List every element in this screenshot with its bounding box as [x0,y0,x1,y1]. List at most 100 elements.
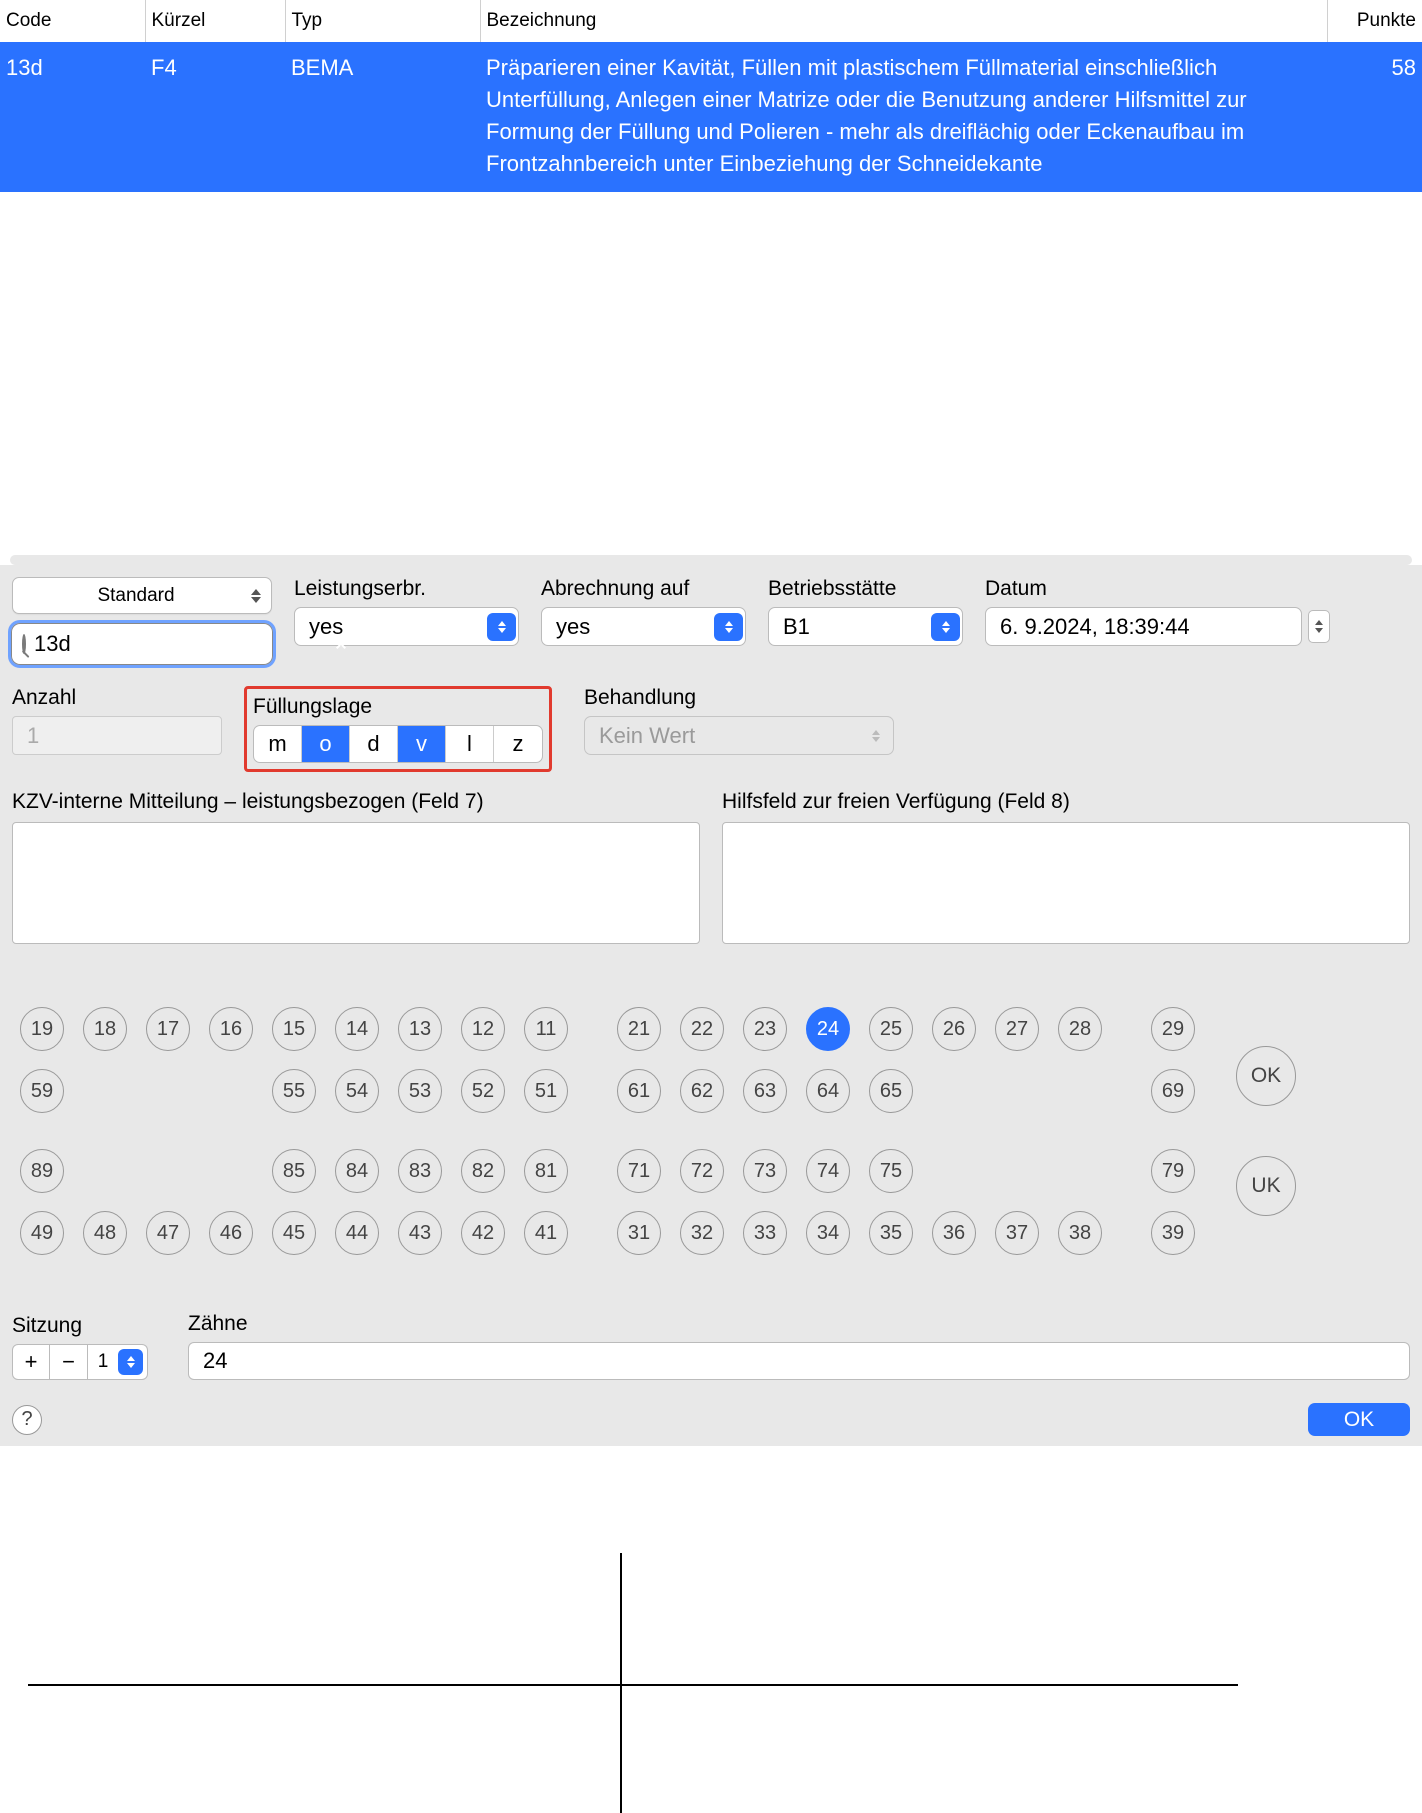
tooth-12[interactable]: 12 [461,1007,505,1051]
datum-stepper[interactable] [1308,610,1330,643]
tooth-25[interactable]: 25 [869,1007,913,1051]
chevron-updown-icon [487,613,516,641]
divider-vertical [620,1553,622,1813]
tooth-72[interactable]: 72 [680,1149,724,1193]
datum-field[interactable]: 6. 9.2024, 18:39:44 [985,607,1302,646]
behandlung-label: Behandlung [584,686,894,710]
tooth-53[interactable]: 53 [398,1069,442,1113]
col-header-bezeichnung[interactable]: Bezeichnung [480,0,1327,42]
tooth-71[interactable]: 71 [617,1149,661,1193]
tooth-26[interactable]: 26 [932,1007,976,1051]
tooth-44[interactable]: 44 [335,1211,379,1255]
tooth-38[interactable]: 38 [1058,1211,1102,1255]
tooth-43[interactable]: 43 [398,1211,442,1255]
tooth-75[interactable]: 75 [869,1149,913,1193]
zaehne-input[interactable] [188,1342,1410,1380]
behandlung-value: Kein Wert [599,723,695,749]
kzv-textarea[interactable] [12,822,700,944]
tooth-11[interactable]: 11 [524,1007,568,1051]
fuellungslage-l[interactable]: l [446,726,494,762]
tooth-15[interactable]: 15 [272,1007,316,1051]
tooth-82[interactable]: 82 [461,1149,505,1193]
tooth-35[interactable]: 35 [869,1211,913,1255]
col-header-kurzel[interactable]: Kürzel [145,0,285,42]
tooth-85[interactable]: 85 [272,1149,316,1193]
tooth-19[interactable]: 19 [20,1007,64,1051]
tooth-33[interactable]: 33 [743,1211,787,1255]
fuellungslage-d[interactable]: d [350,726,398,762]
behandlung-select: Kein Wert [584,716,894,755]
tooth-28[interactable]: 28 [1058,1007,1102,1051]
tooth-24[interactable]: 24 [806,1007,850,1051]
col-header-typ[interactable]: Typ [285,0,480,42]
tooth-29[interactable]: 29 [1151,1007,1195,1051]
tooth-83[interactable]: 83 [398,1149,442,1193]
fuellungslage-v[interactable]: v [398,726,446,762]
tooth-59[interactable]: 59 [20,1069,64,1113]
tooth-36[interactable]: 36 [932,1211,976,1255]
sitzung-stepper[interactable]: 1 [88,1344,148,1380]
betriebs-select[interactable]: B1 [768,607,963,646]
col-header-punkte[interactable]: Punkte [1327,0,1422,42]
tooth-84[interactable]: 84 [335,1149,379,1193]
tooth-22[interactable]: 22 [680,1007,724,1051]
tooth-17[interactable]: 17 [146,1007,190,1051]
tooth-63[interactable]: 63 [743,1069,787,1113]
tooth-81[interactable]: 81 [524,1149,568,1193]
tooth-45[interactable]: 45 [272,1211,316,1255]
tooth-42[interactable]: 42 [461,1211,505,1255]
tooth-39[interactable]: 39 [1151,1211,1195,1255]
tooth-46[interactable]: 46 [209,1211,253,1255]
tooth-13[interactable]: 13 [398,1007,442,1051]
betriebs-value: B1 [783,614,931,640]
fuellungslage-m[interactable]: m [254,726,302,762]
tooth-21[interactable]: 21 [617,1007,661,1051]
tooth-52[interactable]: 52 [461,1069,505,1113]
fuellungslage-o[interactable]: o [302,726,350,762]
tooth-37[interactable]: 37 [995,1211,1039,1255]
tooth-64[interactable]: 64 [806,1069,850,1113]
tooth-79[interactable]: 79 [1151,1149,1195,1193]
sitzung-minus[interactable]: − [50,1344,88,1380]
search-input-wrap[interactable] [12,624,272,664]
search-input[interactable] [34,631,322,657]
tooth-47[interactable]: 47 [146,1211,190,1255]
tooth-48[interactable]: 48 [83,1211,127,1255]
abrechnung-select[interactable]: yes [541,607,746,646]
leistungserbr-select[interactable]: yes [294,607,519,646]
tooth-65[interactable]: 65 [869,1069,913,1113]
tooth-89[interactable]: 89 [20,1149,64,1193]
hilfsfeld-textarea[interactable] [722,822,1410,944]
help-button[interactable]: ? [12,1405,42,1435]
chevron-updown-icon [714,613,743,641]
tooth-34[interactable]: 34 [806,1211,850,1255]
scrollbar[interactable] [10,555,1412,565]
sitzung-plus[interactable]: + [12,1344,50,1380]
tooth-23[interactable]: 23 [743,1007,787,1051]
cell-typ: BEMA [285,42,480,192]
tooth-51[interactable]: 51 [524,1069,568,1113]
tooth-14[interactable]: 14 [335,1007,379,1051]
tooth-31[interactable]: 31 [617,1211,661,1255]
table-row[interactable]: 13d F4 BEMA Präparieren einer Kavität, F… [0,42,1422,192]
tooth-73[interactable]: 73 [743,1149,787,1193]
fuellungslage-z[interactable]: z [494,726,542,762]
tooth-61[interactable]: 61 [617,1069,661,1113]
uk-jaw-button[interactable]: UK [1236,1156,1296,1216]
tooth-41[interactable]: 41 [524,1211,568,1255]
tooth-55[interactable]: 55 [272,1069,316,1113]
ok-jaw-button[interactable]: OK [1236,1046,1296,1106]
abrechnung-label: Abrechnung auf [541,577,746,601]
standard-dropdown[interactable]: Standard [12,577,272,614]
tooth-27[interactable]: 27 [995,1007,1039,1051]
col-header-code[interactable]: Code [0,0,145,42]
tooth-32[interactable]: 32 [680,1211,724,1255]
tooth-49[interactable]: 49 [20,1211,64,1255]
tooth-54[interactable]: 54 [335,1069,379,1113]
tooth-18[interactable]: 18 [83,1007,127,1051]
tooth-62[interactable]: 62 [680,1069,724,1113]
tooth-16[interactable]: 16 [209,1007,253,1051]
ok-button[interactable]: OK [1308,1403,1410,1436]
tooth-74[interactable]: 74 [806,1149,850,1193]
tooth-69[interactable]: 69 [1151,1069,1195,1113]
